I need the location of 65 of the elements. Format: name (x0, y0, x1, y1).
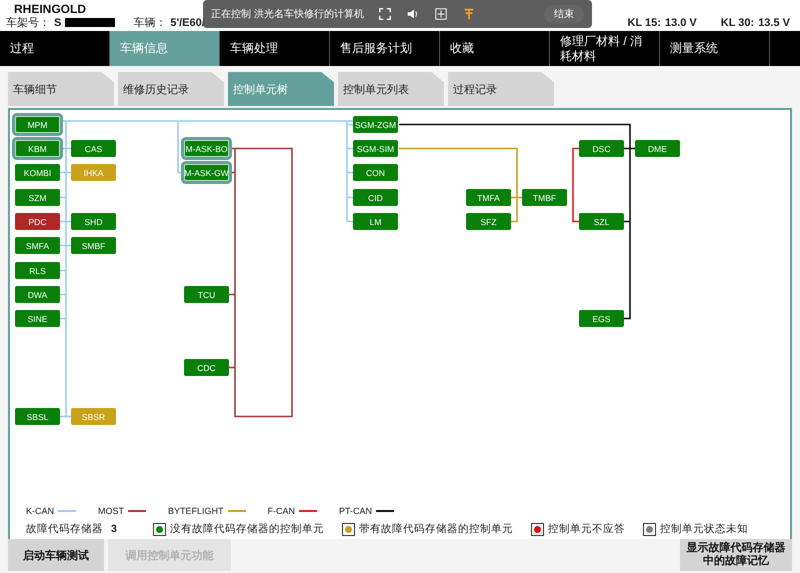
fault-memory-count: 3 (111, 523, 117, 535)
speaker-icon[interactable] (406, 7, 420, 21)
control-unit-node[interactable]: SINE (15, 310, 60, 327)
control-unit-node[interactable]: SGM-SIM (353, 140, 398, 157)
redaction-bar (65, 18, 116, 27)
status-dot-icon (342, 522, 355, 536)
control-unit-node[interactable]: SZL (579, 213, 624, 230)
status-legend-label: 带有故障代码存储器的控制单元 (358, 522, 513, 536)
control-unit-node[interactable]: SBSL (15, 408, 60, 425)
control-unit-node[interactable]: TMFA (466, 189, 511, 206)
remote-status-text: 正在控制 洪光名车快修行的计算机 (211, 8, 364, 21)
status-dot-icon (530, 522, 544, 536)
control-unit-node[interactable]: LM (353, 213, 398, 230)
kl15-label: KL 15: (628, 16, 661, 28)
control-unit-node[interactable]: CAS (71, 140, 116, 157)
kl30-value: 13.5 V (758, 16, 790, 28)
fault-memory-label: 故障代码存储器 (26, 522, 103, 536)
bus-legend-label: F-CAN (268, 506, 296, 516)
vehicle-label: 车辆： (133, 16, 166, 30)
control-unit-node[interactable]: SHD (71, 213, 116, 230)
chassis-label: 车架号： (6, 16, 50, 30)
chassis-value: S (54, 16, 62, 28)
kl15-value: 13.0 V (664, 16, 697, 28)
control-unit-node[interactable]: DSC (579, 140, 624, 157)
sub-tab[interactable]: 维修历史记录 (118, 72, 224, 106)
control-unit-node[interactable]: KOMBI (15, 164, 60, 181)
control-unit-node[interactable]: PDC (15, 213, 60, 230)
control-unit-node[interactable]: TMBF (522, 189, 567, 206)
control-unit-node[interactable]: KBM (15, 140, 60, 157)
control-unit-node[interactable]: CID (353, 189, 398, 206)
kl30-label: KL 30: (720, 16, 754, 28)
control-unit-node[interactable]: SZM (15, 189, 60, 206)
control-unit-node[interactable]: RLS (15, 262, 60, 279)
bus-legend-label: K-CAN (26, 506, 54, 516)
bus-legend-label: BYTEFLIGHT (168, 506, 224, 516)
end-button[interactable]: 结束 (544, 5, 584, 23)
control-unit-node[interactable]: MPM (15, 116, 60, 133)
control-unit-node[interactable]: CDC (184, 359, 229, 376)
control-unit-node[interactable]: M-ASK-BO (184, 140, 229, 157)
sub-tab[interactable]: 车辆细节 (8, 72, 114, 106)
bus-legend-label: PT-CAN (339, 506, 372, 516)
status-legend-label: 控制单元不应答 (548, 522, 625, 536)
sub-tab[interactable]: 控制单元树 (228, 72, 334, 106)
plus-box-icon[interactable] (434, 7, 448, 21)
control-unit-node[interactable]: DME (635, 140, 680, 157)
status-legend-label: 控制单元状态未知 (660, 522, 748, 536)
sub-tab[interactable]: 过程记录 (448, 72, 554, 106)
sub-tab[interactable]: 控制单元列表 (338, 72, 444, 106)
status-dot-icon (642, 522, 656, 536)
fullscreen-icon[interactable] (378, 7, 392, 21)
control-unit-node[interactable]: EGS (579, 310, 624, 327)
control-unit-node[interactable]: SMBF (71, 237, 116, 254)
control-unit-node[interactable]: SMFA (15, 237, 60, 254)
status-dot-icon (152, 522, 166, 536)
status-legend-label: 没有故障代码存储器的控制单元 (170, 522, 324, 536)
bus-legend-label: MOST (98, 506, 124, 516)
control-unit-node[interactable]: SFZ (466, 213, 511, 230)
control-unit-node[interactable]: SGM-ZGM (353, 116, 398, 133)
action-button[interactable]: 启动车辆测试 (8, 539, 104, 571)
control-unit-node[interactable]: CON (353, 164, 398, 181)
action-button[interactable]: 显示故障代码存储器中的故障记忆 (680, 539, 792, 571)
control-unit-node[interactable]: DWA (15, 286, 60, 303)
menu-tab[interactable]: 车辆信息 (110, 31, 220, 66)
app-title: RHEINGOLD (13, 2, 86, 16)
control-unit-node[interactable]: TCU (184, 286, 229, 303)
